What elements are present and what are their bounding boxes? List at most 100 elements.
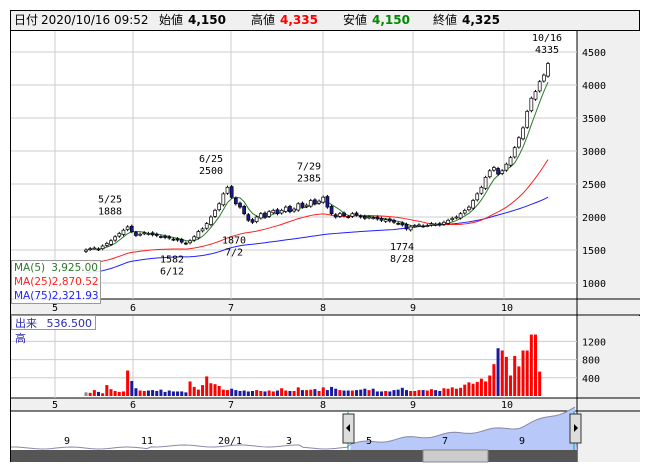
candle-body <box>113 236 117 241</box>
volume-bar <box>363 388 367 396</box>
candle-body <box>450 217 455 220</box>
candle-body <box>462 210 467 214</box>
candle-body <box>209 216 213 225</box>
annotation-price: 1774 <box>390 242 414 253</box>
volume-bar <box>213 384 217 396</box>
candle-body <box>429 223 434 226</box>
volume-bar <box>496 348 500 396</box>
candle-body <box>229 186 234 198</box>
volume-bar <box>309 389 313 396</box>
candle-body <box>421 225 425 228</box>
volume-bar <box>226 390 230 396</box>
candle-body <box>167 236 172 239</box>
volume-bar <box>417 390 421 396</box>
volume-bar <box>438 390 442 396</box>
volume-bar <box>488 375 492 396</box>
month-label: 7 <box>228 400 234 411</box>
volume-bar <box>159 389 163 396</box>
candle-body <box>512 147 517 158</box>
volume-bar <box>192 386 196 396</box>
candle-body <box>454 216 459 219</box>
volume-bar <box>459 387 463 396</box>
volume-bar <box>275 390 279 396</box>
volume-bar <box>467 382 471 396</box>
annotation-price: 1870 <box>222 236 246 247</box>
candle-body <box>150 232 155 236</box>
volume-bar <box>263 391 267 396</box>
navigator-label: 11 <box>141 436 153 447</box>
volume-bar <box>517 366 521 396</box>
volume-bar <box>167 390 171 396</box>
volume-bar <box>538 371 542 396</box>
volume-bar <box>230 388 234 396</box>
volume-bar <box>280 388 284 396</box>
candle-body <box>242 206 247 215</box>
volume-bar <box>534 334 538 396</box>
annotation-date: 6/12 <box>160 267 184 278</box>
volume-bar <box>151 390 155 396</box>
volume-bar <box>180 391 184 396</box>
candle-body <box>267 211 271 217</box>
scrollbar-track[interactable] <box>11 450 577 462</box>
navigator-label: 20/1 <box>218 436 242 447</box>
volume-tick-label: 400 <box>582 374 600 385</box>
candle-body <box>367 216 371 219</box>
candle-body <box>138 233 142 236</box>
volume-bar <box>250 390 254 396</box>
candle-body <box>84 249 88 252</box>
candle-body <box>333 214 338 218</box>
candle-body <box>308 200 313 207</box>
volume-bar <box>134 388 138 396</box>
candle-body <box>225 186 230 194</box>
candle-body <box>471 200 475 209</box>
volume-bar <box>454 388 458 396</box>
annotation-price: 2500 <box>199 166 223 177</box>
candle-body <box>246 214 251 221</box>
volume-bar <box>525 350 529 396</box>
annotation-date: 8/28 <box>390 254 414 265</box>
candle-body <box>104 243 109 246</box>
volume-tick-label: 800 <box>582 356 600 367</box>
candle-body <box>346 216 351 219</box>
annotation-date: 7/29 <box>297 162 321 173</box>
candle-body <box>292 208 296 212</box>
candle-body <box>117 233 122 237</box>
candle-body <box>504 163 509 171</box>
month-label: 9 <box>410 400 416 411</box>
volume-bar <box>413 390 417 396</box>
month-label: 7 <box>228 303 234 314</box>
volume-bar <box>475 381 479 396</box>
month-label: 8 <box>320 400 326 411</box>
candle-body <box>354 212 359 216</box>
volume-bar <box>492 364 496 396</box>
candle-body <box>134 232 138 236</box>
candle-body <box>533 91 538 100</box>
candle-body <box>196 231 201 239</box>
candle-body <box>371 217 376 220</box>
price-tick-label: 3000 <box>582 147 606 158</box>
volume-bar <box>400 387 404 396</box>
candle-body <box>537 81 542 92</box>
scrollbar-thumb[interactable] <box>422 449 489 463</box>
candle-body <box>317 200 321 204</box>
volume-bar <box>359 389 363 396</box>
candle-body <box>412 225 417 227</box>
volume-bar <box>504 356 508 396</box>
volume-bar <box>196 389 200 396</box>
volume-bar <box>96 391 100 396</box>
annotation-date: 10/16 <box>532 33 562 44</box>
volume-bar <box>105 385 109 396</box>
volume-label: 出来高 <box>15 317 37 345</box>
annotation-price: 1888 <box>98 206 122 217</box>
volume-bar <box>384 390 388 396</box>
ma5-label: MA(5) <box>14 262 46 274</box>
candle-body <box>442 221 446 225</box>
annotation-date: 5/25 <box>98 194 122 205</box>
volume-bar <box>113 390 117 396</box>
chart-svg[interactable]: 4500 4000 3500 3000 2500 2000 1500 1000 1200 800 4… <box>0 0 652 469</box>
month-label: 9 <box>410 303 416 314</box>
candle-body <box>479 186 484 194</box>
volume-bar <box>380 391 384 396</box>
candle-body <box>446 219 450 224</box>
volume-bar <box>325 390 329 396</box>
